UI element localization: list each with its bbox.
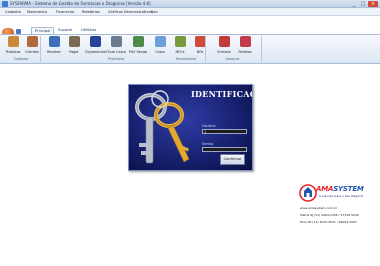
ribbon-button-pedidos[interactable]: Pedidos (235, 36, 255, 56)
logo-text-ama: AMA (316, 185, 334, 193)
contact-line-2: Filial SP (11) 3020-4521 / 96093-3097 (300, 220, 357, 224)
ribbon-button-receber[interactable]: Receber (44, 36, 64, 56)
ribbon-button-pagar[interactable]: Pagar (64, 36, 84, 56)
contact-line-1: Matriz RJ (21) 2464-2458 / 97336-5040 (300, 213, 359, 217)
ribbon-button-label: Caixa (155, 50, 165, 54)
ribbon-button-produtos[interactable]: Produtos (3, 36, 23, 56)
ribbon-button-nfce[interactable]: NFCe (170, 36, 190, 56)
dialog-title: IDENTIFICAÇÃO (191, 89, 252, 99)
menu-relatorios[interactable]: Relatórios (82, 10, 100, 14)
ribbon-button-label: Produtos (5, 50, 21, 54)
menu-sair[interactable]: Sair (151, 10, 158, 14)
close-button[interactable]: × (368, 1, 378, 7)
pagar-icon (68, 36, 80, 47)
company-logo: AMASYSTEM A solução para o seu Negócio w… (298, 180, 380, 238)
group-separator (261, 36, 262, 62)
pedidos-icon (239, 36, 251, 47)
ribbon-button-label: Pagar (69, 50, 79, 54)
menu-graficos[interactable]: Gráficos Demonstrativos (108, 10, 152, 14)
ribbon-button-label: PdV Venda (128, 50, 148, 54)
company-site: www.amasystem.com.br (300, 206, 337, 210)
logo-text-system: SYSTEM (333, 185, 364, 193)
ribbon-button-label: Pedidos (238, 50, 252, 54)
keys-illustration (135, 90, 190, 164)
tab-suporte[interactable]: Suporte (55, 27, 75, 34)
ribbon-button-clientes[interactable]: Clientes (22, 36, 42, 56)
user-field[interactable]: 1 (202, 129, 247, 134)
entrada-icon (218, 36, 230, 47)
user-label: Usuário (202, 124, 216, 128)
ribbon-button-label: Fluxo Caixa (106, 50, 126, 54)
nfe-icon (194, 36, 206, 47)
tab-utilitario[interactable]: Utilitário (78, 27, 99, 34)
minimize-button[interactable]: _ (350, 1, 358, 7)
password-field[interactable] (202, 147, 247, 152)
orcamentos-icon (89, 36, 101, 47)
ribbon-button-label: NFCe (175, 50, 185, 54)
logo-text: AMASYSTEM (316, 185, 364, 193)
title-bar: SYSFARMA - Sistema de Gestão de Farmácia… (0, 0, 380, 8)
app-icon (2, 1, 8, 7)
pdv-venda-icon (132, 36, 144, 47)
ribbon-button-fluxo-caixa[interactable]: Fluxo Caixa (106, 36, 126, 56)
ribbon-button-label: Entrada (217, 50, 231, 54)
group-label-cadastro: Cadastro (14, 57, 29, 61)
ribbon-button-label: Receber (47, 50, 61, 54)
nfce-icon (174, 36, 186, 47)
menu-movimento[interactable]: Movimento (27, 10, 47, 14)
logo-emblem-icon (299, 184, 317, 202)
menu-bar: Cadastro Movimento Financeiro Relatórios… (0, 8, 380, 16)
confirm-button[interactable]: Confirmar (220, 154, 245, 165)
caixa-icon (154, 36, 166, 47)
group-label-faturamento: Faturamento (176, 57, 197, 61)
ribbon-button-label: Orçamentos (85, 50, 106, 54)
password-label: Senha (202, 142, 214, 146)
ribbon-button-pdv-venda[interactable]: PdV Venda (128, 36, 148, 56)
receber-icon (48, 36, 60, 47)
group-label-compras: Compras (225, 57, 240, 61)
group-separator (205, 36, 206, 62)
menu-financeiro[interactable]: Financeiro (56, 10, 74, 14)
ribbon-button-label: Clientes (25, 50, 39, 54)
clientes-icon (26, 36, 38, 47)
fluxo-caixa-icon (110, 36, 122, 47)
window-title: SYSFARMA - Sistema de Gestão de Farmácia… (10, 1, 151, 6)
group-separator (40, 36, 41, 62)
group-label-financeiro: Financeiro (108, 57, 125, 61)
ribbon-button-orcamentos[interactable]: Orçamentos (85, 36, 106, 56)
logo-tagline: A solução para o seu Negócio (319, 194, 364, 198)
ribbon-button-caixa[interactable]: Caixa (150, 36, 170, 56)
login-dialog: IDENTIFICAÇÃO Usuário 1 Senha Confirmar (128, 84, 253, 171)
tab-principal[interactable]: Principal (31, 27, 55, 34)
ribbon-button-nfe[interactable]: NFe (190, 36, 210, 56)
ribbon-button-label: NFe (196, 50, 204, 54)
ribbon-button-entrada[interactable]: Entrada (214, 36, 234, 56)
menu-cadastro[interactable]: Cadastro (5, 10, 21, 14)
maximize-button[interactable]: □ (359, 1, 367, 7)
produtos-icon (7, 36, 19, 47)
